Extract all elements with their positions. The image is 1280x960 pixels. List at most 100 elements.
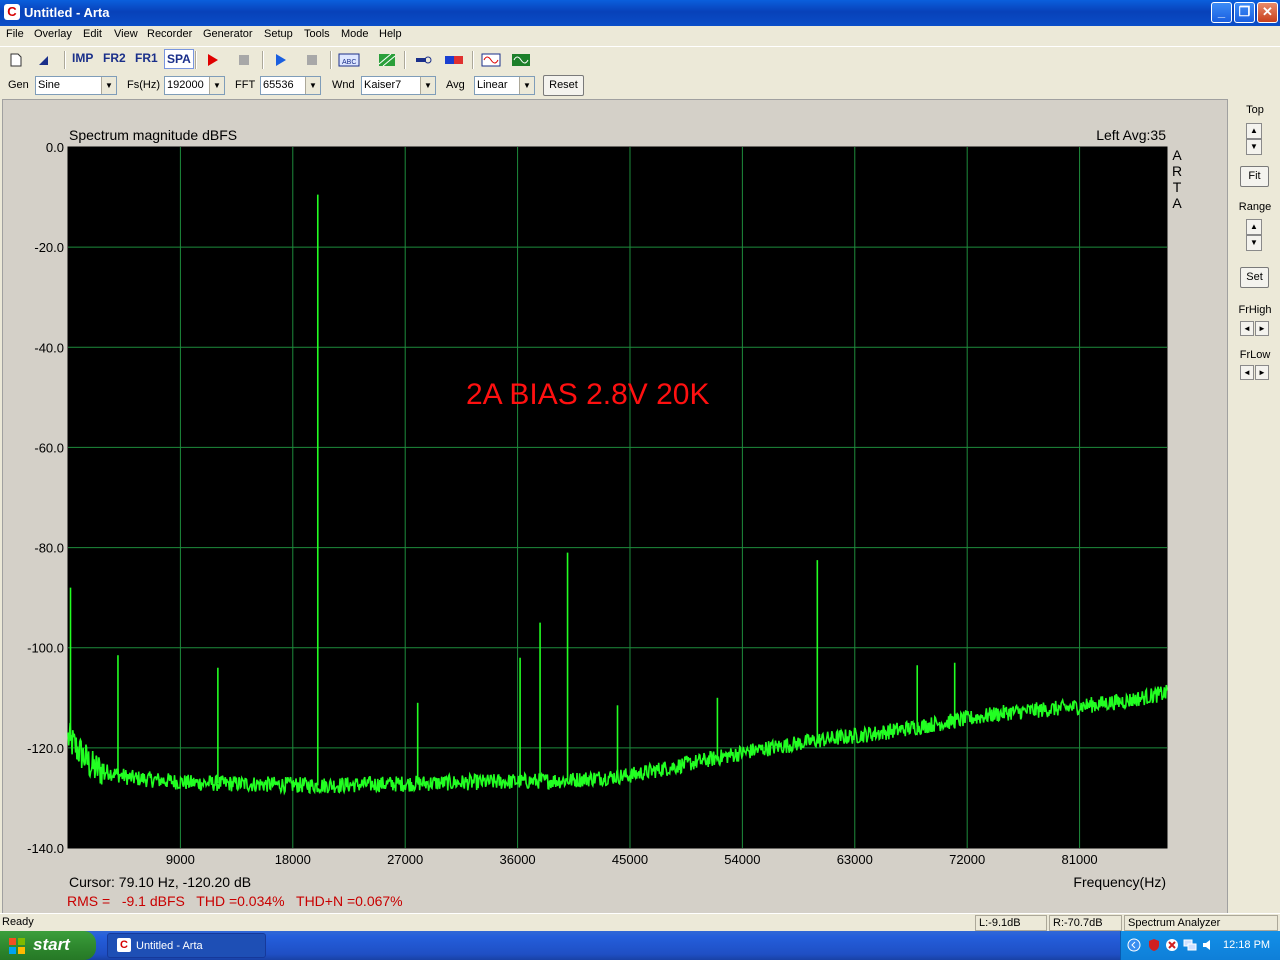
range-down-button[interactable]: ▼: [1246, 235, 1262, 251]
taskbar-item-arta[interactable]: C Untitled - Arta: [107, 933, 266, 958]
menu-file[interactable]: File: [6, 28, 24, 40]
play-icon[interactable]: [273, 52, 289, 68]
left-level: L:-9.1dB: [975, 915, 1047, 931]
security-alert-icon[interactable]: [1165, 938, 1179, 952]
brand-letter-t: T: [1173, 179, 1182, 195]
menu-help[interactable]: Help: [379, 28, 402, 40]
frhigh-right-button[interactable]: ►: [1255, 321, 1269, 336]
fs-select[interactable]: 192000 ▼: [164, 76, 225, 95]
stop-icon-2[interactable]: [304, 52, 320, 68]
fft-select-value: 65536: [263, 79, 294, 91]
frlow-right-button[interactable]: ►: [1255, 365, 1269, 380]
averaging-select[interactable]: Linear ▼: [474, 76, 535, 95]
shield-icon[interactable]: [1147, 938, 1161, 952]
status-bar: Ready L:-9.1dB R:-70.7dB Spectrum Analyz…: [0, 913, 1280, 931]
abc-icon[interactable]: ABC: [338, 52, 360, 68]
arta-icon: C: [117, 938, 131, 952]
meter-icon[interactable]: [444, 52, 464, 68]
frhigh-label: FrHigh: [1238, 304, 1272, 316]
imp-mode-button[interactable]: IMP: [72, 51, 93, 71]
fit-button[interactable]: Fit: [1240, 166, 1269, 187]
spectrum-chart[interactable]: 0.0 -20.0 -40.0 -60.0 -80.0 -100.0 -120.0 -140.…: [3, 100, 1227, 913]
spa-mode-button[interactable]: SPA: [164, 49, 194, 69]
menu-tools[interactable]: Tools: [304, 28, 330, 40]
range-label: Range: [1238, 201, 1272, 213]
volume-icon[interactable]: [1201, 938, 1215, 952]
reset-button[interactable]: Reset: [543, 75, 584, 96]
fr1-mode-button[interactable]: FR1: [135, 51, 158, 71]
network-icon[interactable]: [1183, 938, 1197, 952]
x-tick-label: 63000: [837, 852, 873, 867]
windows-logo-icon: [9, 938, 25, 954]
chevron-down-icon: ▼: [101, 77, 116, 94]
y-tick-label: -80.0: [34, 541, 64, 556]
start-button[interactable]: start: [0, 931, 96, 960]
gen-label: Gen: [8, 79, 29, 91]
record-play-icon[interactable]: [205, 52, 221, 68]
menu-edit[interactable]: Edit: [83, 28, 102, 40]
title-bar: C Untitled - Arta _ ❐ ✕: [0, 0, 1280, 26]
chevron-left-icon[interactable]: [1127, 938, 1141, 952]
avg-label: Avg: [446, 79, 465, 91]
close-button[interactable]: ✕: [1257, 2, 1278, 23]
chevron-down-icon: ▼: [519, 77, 534, 94]
rms-thd-readout: RMS = -9.1 dBFS THD =0.034% THD+N =0.067…: [67, 893, 403, 909]
open-file-icon[interactable]: [36, 52, 52, 68]
spectrum-plot-panel: 0.0 -20.0 -40.0 -60.0 -80.0 -100.0 -120.0 -140.…: [2, 99, 1228, 914]
chevron-down-icon: ▼: [209, 77, 224, 94]
x-tick-label: 27000: [387, 852, 423, 867]
status-ready: Ready: [2, 916, 34, 928]
hatch-icon[interactable]: [378, 52, 396, 68]
right-level: R:-70.7dB: [1049, 915, 1122, 931]
set-button[interactable]: Set: [1240, 267, 1269, 288]
menu-setup[interactable]: Setup: [264, 28, 293, 40]
system-tray: 12:18 PM: [1120, 931, 1280, 960]
menu-generator[interactable]: Generator: [203, 28, 253, 40]
chart-title: Spectrum magnitude dBFS: [69, 127, 237, 143]
menu-view[interactable]: View: [114, 28, 138, 40]
scale-control-panel: Top ▲ ▼ Fit Range ▲ ▼ Set FrHigh ◄ ► FrL…: [1230, 99, 1280, 914]
menu-overlay[interactable]: Overlay: [34, 28, 72, 40]
maximize-button[interactable]: ❐: [1234, 2, 1255, 23]
x-tick-label: 81000: [1062, 852, 1098, 867]
y-tick-label: -60.0: [34, 440, 64, 455]
window-select[interactable]: Kaiser7 ▼: [361, 76, 436, 95]
window-title: Untitled - Arta: [24, 5, 110, 20]
top-up-button[interactable]: ▲: [1246, 123, 1262, 139]
arta-app-icon[interactable]: C: [4, 4, 20, 20]
top-down-button[interactable]: ▼: [1246, 139, 1262, 155]
brand-letter-r: R: [1172, 163, 1182, 179]
taskbar-item-label: Untitled - Arta: [136, 940, 203, 952]
range-up-button[interactable]: ▲: [1246, 219, 1262, 235]
y-tick-label: -100.0: [27, 641, 64, 656]
fs-label: Fs(Hz): [127, 79, 160, 91]
menu-mode[interactable]: Mode: [341, 28, 369, 40]
stop-icon[interactable]: [236, 52, 252, 68]
y-tick-label: -140.0: [27, 841, 64, 856]
x-tick-label: 54000: [724, 852, 760, 867]
fft-select[interactable]: 65536 ▼: [260, 76, 321, 95]
scope-icon[interactable]: [511, 52, 531, 68]
frhigh-left-button[interactable]: ◄: [1240, 321, 1254, 336]
generator-select[interactable]: Sine ▼: [35, 76, 117, 95]
menu-recorder[interactable]: Recorder: [147, 28, 192, 40]
window-select-value: Kaiser7: [364, 79, 402, 91]
x-tick-label: 18000: [275, 852, 311, 867]
averaging-select-value: Linear: [477, 79, 508, 91]
sine-generator-icon[interactable]: [481, 52, 501, 68]
minimize-button[interactable]: _: [1211, 2, 1232, 23]
controls-bar: Gen Sine ▼ Fs(Hz) 192000 ▼ FFT 65536 ▼ Wnd …: [0, 73, 1280, 97]
cursor-readout: Cursor: 79.10 Hz, -120.20 dB: [69, 874, 251, 890]
channel-info: Left Avg:35: [1096, 127, 1166, 143]
clock: 12:18 PM: [1223, 939, 1271, 951]
chevron-down-icon: ▼: [420, 77, 435, 94]
fr2-mode-button[interactable]: FR2: [103, 51, 126, 71]
taskbar: start C Untitled - Arta 12:18 PM: [0, 931, 1280, 960]
chevron-down-icon: ▼: [305, 77, 320, 94]
fft-label: FFT: [235, 79, 256, 91]
frlow-label: FrLow: [1239, 349, 1271, 361]
connector-icon[interactable]: [414, 52, 432, 68]
mode-indicator: Spectrum Analyzer: [1124, 915, 1278, 931]
new-file-icon[interactable]: [8, 52, 24, 68]
frlow-left-button[interactable]: ◄: [1240, 365, 1254, 380]
